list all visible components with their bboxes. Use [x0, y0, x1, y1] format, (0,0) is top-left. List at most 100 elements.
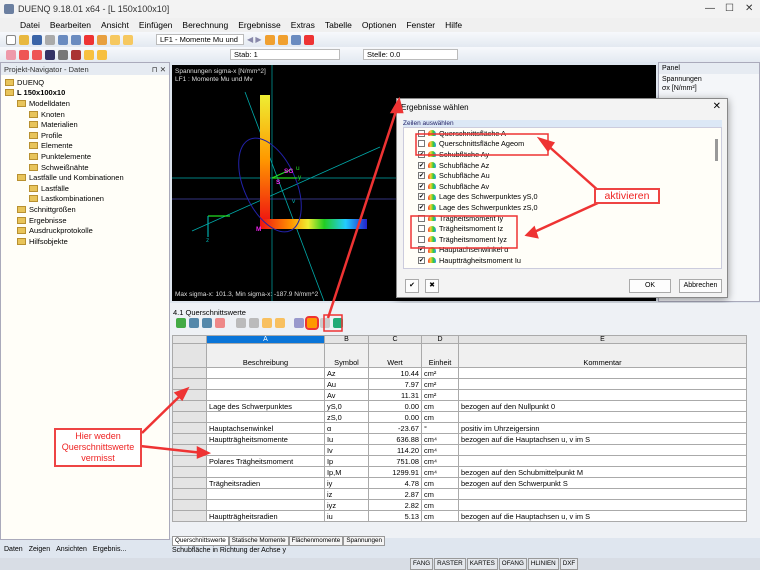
table-cell[interactable] — [459, 500, 747, 511]
prev-icon[interactable]: ◀ ▶ — [247, 35, 262, 44]
undo-icon[interactable] — [58, 35, 68, 45]
table-cell[interactable]: cm² — [422, 368, 459, 379]
result-option[interactable]: Querschnittsfläche Ageom — [404, 139, 721, 150]
table-cell[interactable] — [207, 500, 325, 511]
table-cell[interactable]: Av — [325, 390, 369, 401]
tree-item[interactable]: Schnittgrößen — [5, 204, 165, 215]
tree-item[interactable]: Modelldaten — [5, 98, 165, 109]
menu-0[interactable]: Datei — [20, 20, 40, 30]
row-header[interactable] — [173, 434, 207, 445]
table-cell[interactable]: cm — [422, 401, 459, 412]
table-cell[interactable]: positiv im Uhrzeigersinn — [459, 423, 747, 434]
table-tab[interactable]: Querschnittswerte — [172, 536, 229, 546]
table-cell[interactable] — [207, 489, 325, 500]
row-header[interactable] — [173, 401, 207, 412]
table-cell[interactable]: 636.88 — [369, 434, 422, 445]
tree-item[interactable]: Ergebnisse — [5, 215, 165, 226]
column-letter[interactable]: E — [459, 336, 747, 344]
next-table-icon[interactable] — [249, 318, 259, 328]
checkbox[interactable]: ✔ — [418, 193, 425, 200]
delete-icon[interactable] — [304, 35, 314, 45]
open-icon[interactable] — [19, 35, 29, 45]
results-icon[interactable] — [97, 35, 107, 45]
table-cell[interactable]: bezogen auf den Schubmittelpunkt M — [459, 467, 747, 478]
result-option[interactable]: ✔Schubfläche Au — [404, 170, 721, 181]
table-cell[interactable]: cm⁴ — [422, 456, 459, 467]
save-icon[interactable] — [32, 35, 42, 45]
navigator-tab[interactable]: Zeigen — [29, 546, 50, 553]
row-header[interactable] — [173, 478, 207, 489]
table-cell[interactable]: cm — [422, 412, 459, 423]
row-header[interactable] — [173, 379, 207, 390]
result-option[interactable]: ✔Schubfläche Az — [404, 160, 721, 171]
jump-icon[interactable] — [262, 318, 272, 328]
tree-item[interactable]: Hilfsobjekte — [5, 236, 165, 247]
cancel-button[interactable]: Abbrechen — [679, 279, 722, 293]
member-select[interactable]: Stab: 1 — [230, 49, 340, 60]
checkbox[interactable] — [418, 225, 425, 232]
excel-icon[interactable] — [333, 318, 343, 328]
new-icon[interactable] — [6, 35, 16, 45]
table-cell[interactable] — [459, 456, 747, 467]
dialog-close-button[interactable]: ✕ — [713, 101, 721, 112]
table-cell[interactable]: Ip — [325, 456, 369, 467]
table-tab[interactable]: Flächenmomente — [289, 536, 344, 546]
table-cell[interactable] — [459, 379, 747, 390]
tree-item[interactable]: Knoten — [5, 109, 165, 120]
menu-8[interactable]: Optionen — [362, 20, 397, 30]
panel-icon[interactable] — [123, 35, 133, 45]
status-toggle[interactable]: HLINIEN — [528, 558, 559, 570]
tree-item[interactable]: DUENQ — [5, 77, 165, 88]
tree-item[interactable]: Elemente — [5, 141, 165, 152]
table-cell[interactable]: ° — [422, 423, 459, 434]
stress-icon[interactable] — [71, 50, 81, 60]
menu-7[interactable]: Tabelle — [325, 20, 352, 30]
navigator-tab[interactable]: Ergebnis... — [93, 546, 126, 553]
result-option[interactable]: ✔Lage des Schwerpunktes zS,0 — [404, 202, 721, 213]
tree-item[interactable]: Lastkombinationen — [5, 194, 165, 205]
checkbox[interactable] — [418, 140, 425, 147]
jump2-icon[interactable] — [275, 318, 285, 328]
table-cell[interactable]: Hauptachsenwinkel — [207, 423, 325, 434]
tree-item[interactable]: Materialien — [5, 119, 165, 130]
table-cell[interactable] — [459, 390, 747, 401]
table-cell[interactable]: Iv — [325, 445, 369, 456]
menu-1[interactable]: Bearbeiten — [50, 20, 91, 30]
table-tab[interactable]: Statische Momente — [229, 536, 289, 546]
table-cell[interactable]: 4.78 — [369, 478, 422, 489]
insert-row-icon[interactable] — [189, 318, 199, 328]
table-cell[interactable]: iy — [325, 478, 369, 489]
table-cell[interactable] — [459, 445, 747, 456]
result-option[interactable]: Trägheitsmoment Iyz — [404, 234, 721, 245]
circle-icon[interactable] — [97, 50, 107, 60]
redo-icon[interactable] — [71, 35, 81, 45]
table-cell[interactable]: 0.00 — [369, 412, 422, 423]
status-toggle[interactable]: FANG — [410, 558, 433, 570]
zoom-icon[interactable] — [58, 50, 68, 60]
result-option[interactable]: ✔Hauptträgheitsmoment Iu — [404, 255, 721, 266]
result-option[interactable]: ✔Lage des Schwerpunktes yS,0 — [404, 192, 721, 203]
checkbox[interactable] — [418, 215, 425, 222]
table-cell[interactable]: Au — [325, 379, 369, 390]
calc-icon[interactable] — [84, 35, 94, 45]
section-icon[interactable] — [45, 50, 55, 60]
table-cell[interactable] — [207, 412, 325, 423]
table-cell[interactable]: 2.82 — [369, 500, 422, 511]
line-icon[interactable] — [19, 50, 29, 60]
table-cell[interactable]: Polares Trägheitsmoment — [207, 456, 325, 467]
table-cell[interactable]: Iu — [325, 434, 369, 445]
checkbox[interactable] — [418, 236, 425, 243]
scrollbar[interactable] — [715, 139, 718, 161]
result-option[interactable]: ✔Schubfläche Av — [404, 181, 721, 192]
graph-icon[interactable] — [320, 318, 330, 328]
row-header[interactable] — [173, 456, 207, 467]
view-icon[interactable] — [291, 35, 301, 45]
row-header[interactable] — [173, 344, 207, 368]
table-tab[interactable]: Spannungen — [343, 536, 385, 546]
table-cell[interactable]: Lage des Schwerpunktes — [207, 401, 325, 412]
table-cell[interactable] — [459, 412, 747, 423]
table-cell[interactable]: yS,0 — [325, 401, 369, 412]
table-cell[interactable]: Ip,M — [325, 467, 369, 478]
table-cell[interactable] — [207, 467, 325, 478]
menu-6[interactable]: Extras — [291, 20, 315, 30]
